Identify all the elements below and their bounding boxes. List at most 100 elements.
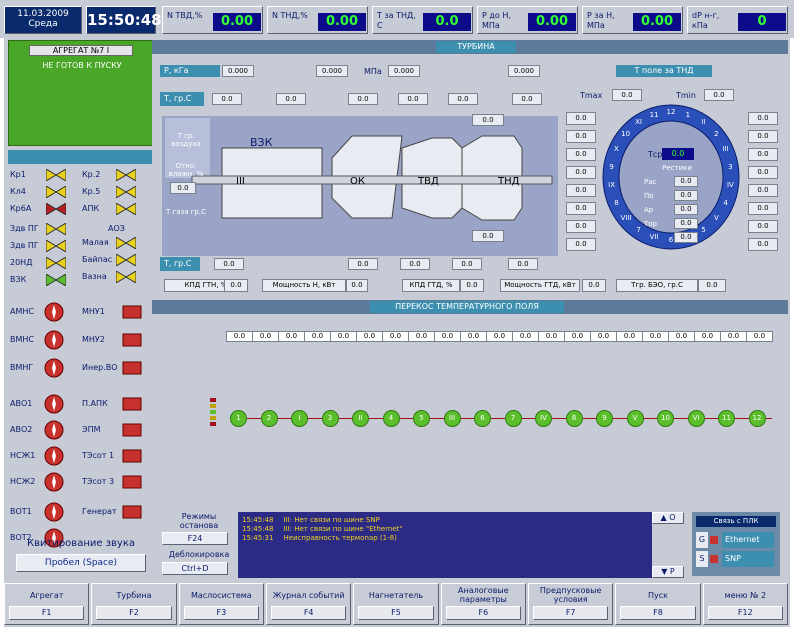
valve-row[interactable]: Здв ПГ	[10, 222, 80, 238]
rel-hum-label: Отно. влажн. %	[168, 162, 204, 178]
pump-row[interactable]: НСЖ2	[10, 470, 76, 494]
valve-row[interactable]: АПК	[82, 202, 148, 218]
pump-row[interactable]: ТЭсот 3	[82, 470, 150, 494]
pump-row[interactable]: АВО1	[10, 392, 76, 416]
ring-tick-label: 12	[666, 108, 676, 116]
tnd-left-value: 0.0	[566, 130, 596, 143]
unlock-button[interactable]: Ctrl+D	[162, 562, 228, 575]
scroll-down-button[interactable]: ▼ Р	[652, 566, 684, 578]
pump-row[interactable]: ЭПМ	[82, 418, 150, 442]
tnd-right-value: 0.0	[748, 238, 778, 251]
param-label: N ТВД,%	[167, 11, 203, 20]
skew-node: 5	[413, 410, 430, 427]
fkey-button[interactable]: Турбина F2	[91, 583, 177, 625]
fkey-key: F7	[533, 606, 609, 620]
valve-icon	[45, 168, 67, 182]
valve-icon	[115, 168, 137, 182]
t-value: 0.0	[348, 93, 378, 105]
fkey-button[interactable]: Нагнетатель F5	[353, 583, 439, 625]
pump-row[interactable]: АМНС	[10, 300, 76, 324]
valve-row[interactable]: Здв ПГ	[10, 239, 80, 255]
pump-row[interactable]: ВОТ1	[10, 500, 76, 524]
event-time: 15:45:31	[242, 534, 274, 542]
kpd-gtn-value: 0.0	[224, 279, 248, 292]
valve-icon	[115, 202, 137, 216]
date-panel: 11.03.2009 Среда	[4, 6, 82, 34]
ring-tick-label: 7	[636, 225, 641, 234]
event-time: 15:45:48	[242, 516, 274, 524]
skew-value: 0.0	[356, 331, 383, 342]
tmax-label: Tmax	[580, 91, 603, 100]
event-area: Режимы останова F24 Деблокировка Ctrl+D …	[152, 508, 790, 583]
kpd-gtd-label: КПД ГТД, %	[402, 279, 460, 292]
pump-icon	[122, 446, 142, 466]
scroll-up-button[interactable]: ▲ О	[652, 512, 684, 524]
stop-modes-button[interactable]: F24	[162, 532, 228, 545]
p-unit: МПа	[364, 67, 382, 76]
pump-row[interactable]: Генерат	[82, 500, 150, 524]
skew-node: 6	[474, 410, 491, 427]
param-value: 0.00	[633, 13, 681, 31]
skew-value: 0.0	[252, 331, 279, 342]
valve-row[interactable]: Байпас	[82, 253, 148, 269]
pump-row[interactable]: ВМНГ	[10, 356, 76, 380]
valve-row[interactable]: Кр1	[10, 168, 80, 184]
fkey-button[interactable]: Маслосистема F3	[178, 583, 264, 625]
valve-row[interactable]: Кр6А	[10, 202, 80, 218]
param-box: dP н-г, кПа 0	[687, 6, 788, 34]
sound-ack-button[interactable]: Пробел (Space)	[16, 554, 146, 572]
skew-node: 2	[260, 410, 278, 427]
turbine-panel: ТУРБИНА P, кГа 0.000 0.000 0.000 0.000 МПа T…	[152, 38, 790, 508]
fkey-title: Турбина	[116, 590, 152, 600]
fkey-button[interactable]: Журнал событий F4	[266, 583, 352, 625]
pump-row[interactable]: ВМНС	[10, 328, 76, 352]
ring-tick-label: 3	[728, 162, 733, 171]
event-row: 15:45:48 III: Нет связи по шине "Ethernet…	[242, 525, 642, 534]
tnd-right-value: 0.0	[748, 202, 778, 215]
param-value: 0.00	[528, 13, 576, 31]
param-label: P за Н, МПа	[587, 11, 615, 30]
pump-icon	[122, 394, 142, 414]
valve-label: Малая	[82, 238, 109, 247]
pump-label: Генерат	[82, 507, 117, 516]
pump-row[interactable]: НСЖ1	[10, 444, 76, 468]
skew-node: 11	[718, 410, 735, 427]
pump-row[interactable]: ТЭсот 1	[82, 444, 150, 468]
fkey-button[interactable]: меню № 2 F12	[702, 583, 788, 625]
valve-label: 20НД	[10, 258, 33, 267]
event-log[interactable]: 15:45:48 III: Нет связи по шине SNP 15:45:…	[238, 512, 652, 578]
t-lower-value: 0.0	[348, 258, 378, 270]
fkey-button[interactable]: Аналоговые параметры F6	[440, 583, 526, 625]
valve-row[interactable]: Кр.5	[82, 185, 148, 201]
pump-row[interactable]: АВО2	[10, 418, 76, 442]
t-lower-value: 0.0	[400, 258, 430, 270]
valve-row[interactable]: 20НД	[10, 256, 80, 272]
fkey-button[interactable]: Агрегат F1	[4, 583, 90, 625]
pump-row[interactable]: Инер.ВО	[82, 356, 150, 380]
fkey-button[interactable]: Предпусковые условия F7	[528, 583, 614, 625]
skew-value: 0.0	[460, 331, 487, 342]
aggregate-status: АГРЕГАТ №7 I НЕ ГОТОВ К ПУСКУ	[8, 40, 154, 146]
skew-value: 0.0	[564, 331, 591, 342]
fkey-key: F12	[707, 606, 783, 620]
pump-row[interactable]: П.АПК	[82, 392, 150, 416]
skew-node: I	[291, 410, 308, 427]
fkey-button[interactable]: Пуск F8	[615, 583, 701, 625]
valve-row[interactable]: Кл4	[10, 185, 80, 201]
valve-icon	[45, 202, 67, 216]
param-value: 0.00	[318, 13, 366, 31]
pump-label: ЭПМ	[82, 425, 101, 434]
valve-row[interactable]: Малая	[82, 236, 148, 252]
valve-row[interactable]: Вазна	[82, 270, 148, 286]
valve-row[interactable]: Кр.2	[82, 168, 148, 184]
pump-row[interactable]: МНУ1	[82, 300, 150, 324]
valve-icon	[115, 270, 137, 284]
pump-row[interactable]: МНУ2	[82, 328, 150, 352]
mid-value-1: 0.0	[472, 114, 504, 126]
param-label: N ТНД,%	[272, 11, 308, 20]
valve-icon	[45, 239, 67, 253]
fuel-temp-label: T газа гр.С	[166, 208, 206, 216]
aso-label: АОЗ	[108, 224, 125, 233]
fkey-key: F8	[620, 606, 696, 620]
valve-row[interactable]: ВЗК	[10, 273, 80, 289]
